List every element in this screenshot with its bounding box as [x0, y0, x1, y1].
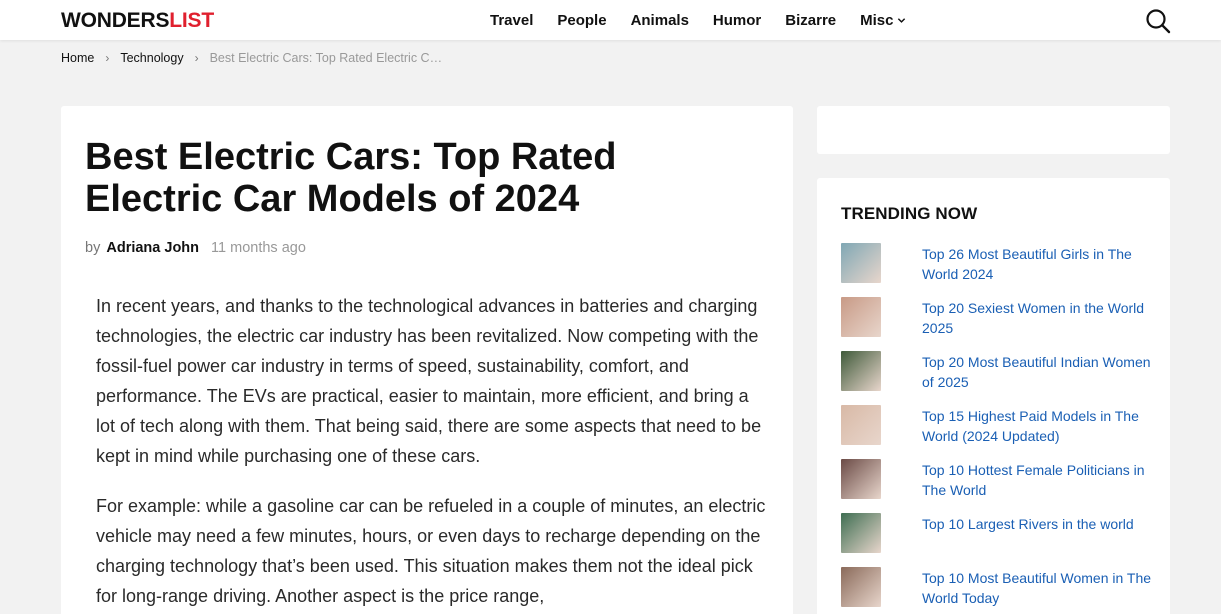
list-item[interactable]: Top 10 Largest Rivers in the world: [841, 513, 1152, 567]
thumbnail-image[interactable]: [841, 567, 881, 607]
site-logo[interactable]: WONDERSLIST: [61, 9, 214, 33]
publish-date: 11 months ago: [211, 240, 306, 256]
nav-misc-label: Misc: [860, 12, 894, 29]
breadcrumb-current: Best Electric Cars: Top Rated Electric C…: [209, 51, 443, 65]
article-title: Best Electric Cars: Top Rated Electric C…: [85, 136, 617, 220]
main-nav: Travel People Animals Humor Bizarre Misc: [490, 12, 930, 29]
thumbnail-image[interactable]: [841, 405, 881, 445]
trending-heading: TRENDING NOW: [841, 204, 978, 223]
logo-main: WONDERS: [61, 9, 170, 32]
breadcrumb-home[interactable]: Home: [61, 51, 94, 65]
breadcrumb-separator: ›: [105, 51, 110, 65]
thumbnail-image[interactable]: [841, 351, 881, 391]
thumbnail-image[interactable]: [841, 513, 881, 553]
trending-link[interactable]: Top 10 Largest Rivers in the world: [922, 514, 1152, 567]
list-item[interactable]: Top 20 Most Beautiful Indian Women of 20…: [841, 351, 1152, 405]
breadcrumb: Home › Technology › Best Electric Cars: …: [61, 51, 442, 65]
nav-humor[interactable]: Humor: [713, 12, 761, 29]
author-link[interactable]: Adriana John: [106, 240, 199, 256]
chevron-down-icon: [898, 18, 906, 23]
trending-link[interactable]: Top 20 Sexiest Women in the World 2025: [922, 298, 1152, 351]
thumbnail-image[interactable]: [841, 297, 881, 337]
article-body: In recent years, and thanks to the techn…: [96, 291, 766, 614]
search-icon[interactable]: [1145, 8, 1171, 34]
nav-animals[interactable]: Animals: [631, 12, 689, 29]
trending-link[interactable]: Top 15 Highest Paid Models in The World …: [922, 406, 1152, 459]
list-item[interactable]: Top 10 Most Beautiful Women in The World…: [841, 567, 1152, 614]
trending-link[interactable]: Top 10 Most Beautiful Women in The World…: [922, 568, 1152, 614]
nav-bizarre[interactable]: Bizarre: [785, 12, 836, 29]
nav-misc[interactable]: Misc: [860, 12, 906, 29]
trending-link[interactable]: Top 20 Most Beautiful Indian Women of 20…: [922, 352, 1152, 405]
thumbnail-image[interactable]: [841, 243, 881, 283]
article-meta: by Adriana John 11 months ago: [85, 240, 306, 256]
trending-widget: TRENDING NOW Top 26 Most Beautiful Girls…: [817, 178, 1170, 614]
sidebar-widget-empty: [817, 106, 1170, 154]
nav-travel[interactable]: Travel: [490, 12, 533, 29]
list-item[interactable]: Top 15 Highest Paid Models in The World …: [841, 405, 1152, 459]
nav-people[interactable]: People: [557, 12, 606, 29]
breadcrumb-technology[interactable]: Technology: [120, 51, 183, 65]
article-paragraph: In recent years, and thanks to the techn…: [96, 296, 762, 466]
list-item[interactable]: Top 10 Hottest Female Politicians in The…: [841, 459, 1152, 513]
thumbnail-image[interactable]: [841, 459, 881, 499]
trending-list: Top 26 Most Beautiful Girls in The World…: [841, 243, 1152, 614]
list-item[interactable]: Top 20 Sexiest Women in the World 2025: [841, 297, 1152, 351]
article-paragraph: For example: while a gasoline car can be…: [96, 496, 766, 606]
logo-accent: LIST: [169, 9, 214, 32]
article-card: Best Electric Cars: Top Rated Electric C…: [61, 106, 793, 614]
byline-prefix: by: [85, 240, 101, 256]
trending-link[interactable]: Top 10 Hottest Female Politicians in The…: [922, 460, 1152, 513]
list-item[interactable]: Top 26 Most Beautiful Girls in The World…: [841, 243, 1152, 297]
site-header: WONDERSLIST Travel People Animals Humor …: [0, 0, 1221, 40]
breadcrumb-separator: ›: [194, 51, 199, 65]
trending-link[interactable]: Top 26 Most Beautiful Girls in The World…: [922, 244, 1152, 297]
